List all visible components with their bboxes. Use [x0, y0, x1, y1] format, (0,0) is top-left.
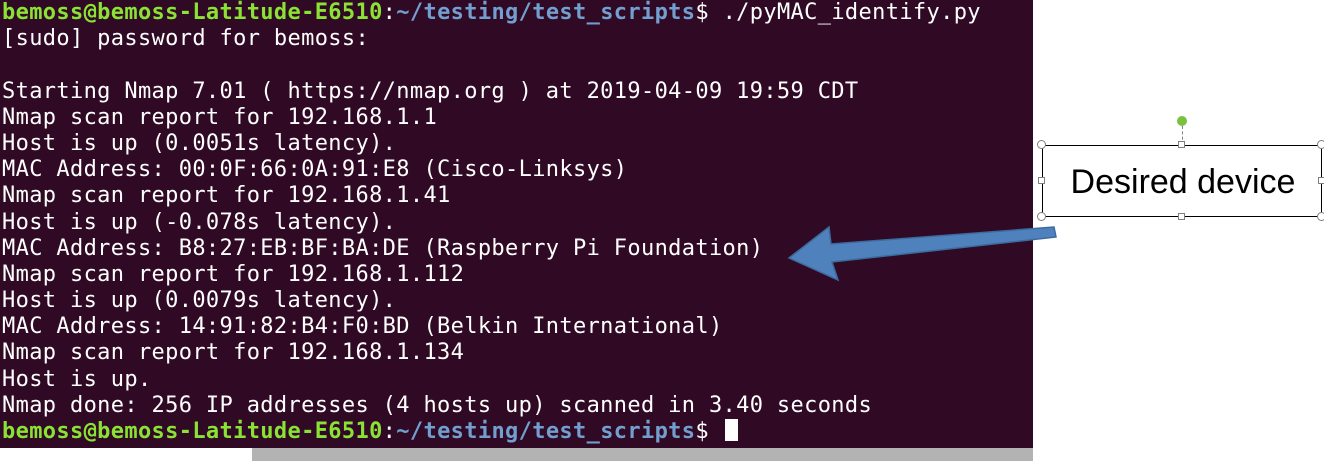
resize-handle-top[interactable] — [1178, 141, 1185, 148]
output-line: Starting Nmap 7.01 ( https://nmap.org ) … — [2, 78, 859, 104]
output-line: MAC Address: 14:91:82:B4:F0:BD (Belkin I… — [2, 314, 723, 340]
prompt-symbol: $ — [695, 0, 723, 25]
output-line: Host is up (-0.078s latency). — [2, 209, 397, 235]
prompt-separator: : — [382, 419, 397, 444]
prompt-path: ~/testing/test_scripts — [396, 0, 696, 25]
prompt-line[interactable]: bemoss@bemoss-Latitude-E6510:~/testing/t… — [2, 419, 981, 445]
command-line: bemoss@bemoss-Latitude-E6510:~/testing/t… — [2, 0, 981, 26]
resize-handle-bottom-right[interactable] — [1317, 212, 1324, 221]
output-line: Host is up. — [2, 366, 152, 392]
output-line: Host is up (0.0079s latency). — [2, 288, 397, 314]
text-cursor — [724, 419, 738, 441]
output-line: Nmap done: 256 IP addresses (4 hosts up)… — [2, 392, 873, 418]
output-line: Nmap scan report for 192.168.1.112 — [2, 261, 465, 287]
output-line: [sudo] password for bemoss: — [2, 26, 370, 52]
callout-label: Desired device — [1070, 163, 1296, 201]
resize-handle-bottom[interactable] — [1178, 213, 1185, 220]
callout-textbox[interactable]: Desired device — [1042, 145, 1322, 217]
prompt-path: ~/testing/test_scripts — [396, 419, 696, 444]
output-line: Nmap scan report for 192.168.1.1 — [2, 104, 438, 130]
resize-handle-bottom-left[interactable] — [1037, 212, 1046, 221]
resize-handle-top-left[interactable] — [1037, 140, 1046, 149]
resize-handle-left[interactable] — [1038, 177, 1045, 184]
rotation-handle[interactable] — [1177, 116, 1187, 126]
output-line-highlighted: MAC Address: B8:27:EB:BF:BA:DE (Raspberr… — [2, 235, 764, 261]
resize-handle-top-right[interactable] — [1317, 140, 1324, 149]
output-line: Nmap scan report for 192.168.1.134 — [2, 340, 465, 366]
output-line: Nmap scan report for 192.168.1.41 — [2, 183, 451, 209]
prompt-separator: : — [382, 0, 397, 25]
prompt-user: bemoss@bemoss-Latitude-E6510 — [2, 0, 383, 25]
terminal-window[interactable]: bemoss@bemoss-Latitude-E6510:~/testing/t… — [0, 0, 1033, 448]
resize-handle-right[interactable] — [1318, 177, 1324, 184]
scrollbar-track[interactable] — [252, 448, 1033, 461]
prompt-symbol: $ — [695, 419, 723, 444]
command-text: ./pyMAC_identify.py — [722, 0, 981, 25]
output-line: Host is up (0.0051s latency). — [2, 130, 397, 156]
prompt-user: bemoss@bemoss-Latitude-E6510 — [2, 419, 383, 444]
output-line: MAC Address: 00:0F:66:0A:91:E8 (Cisco-Li… — [2, 157, 628, 183]
terminal-output: bemoss@bemoss-Latitude-E6510:~/testing/t… — [2, 0, 981, 445]
